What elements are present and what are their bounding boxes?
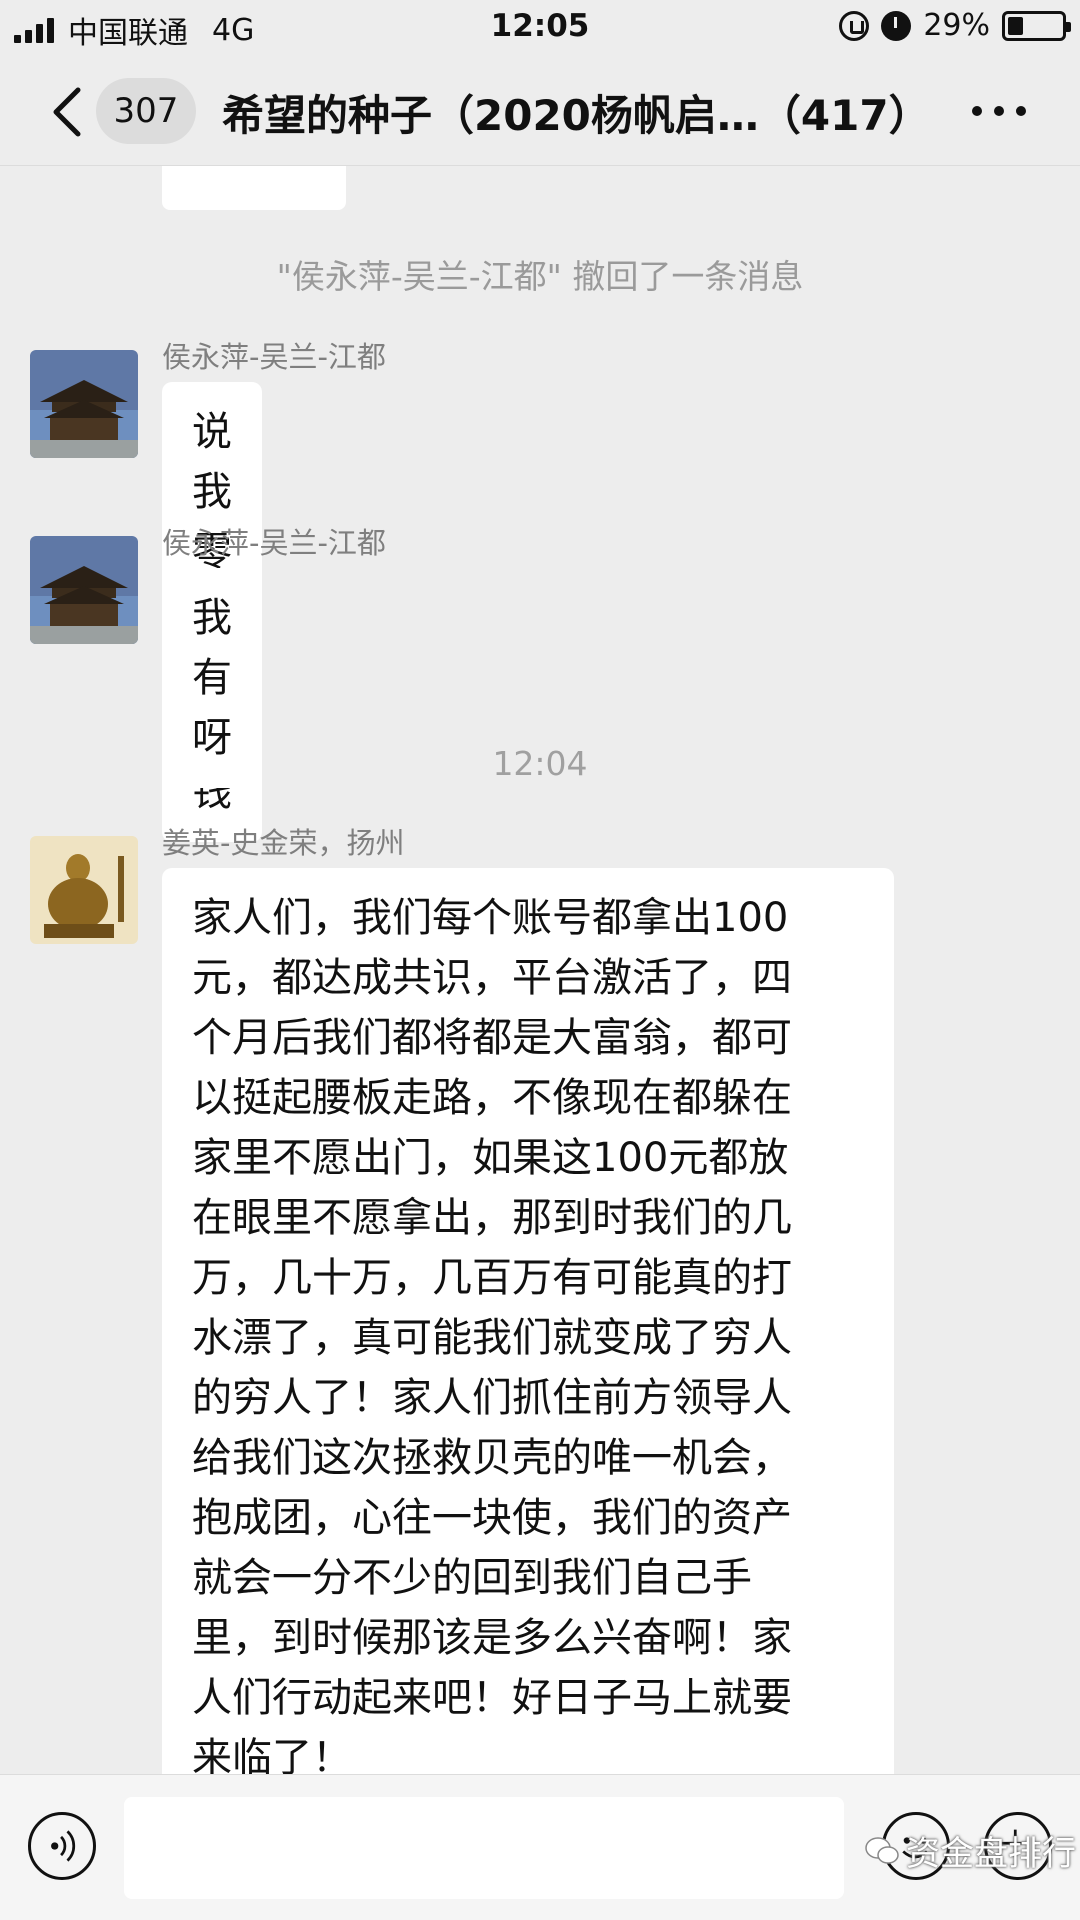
avatar-temple[interactable] bbox=[30, 536, 138, 644]
message-line: 抱成团，心往一块使，我们的资产 bbox=[192, 1495, 792, 1541]
message-line: 就会一分不少的回到我们自己手 bbox=[192, 1555, 752, 1601]
status-right: 29% bbox=[839, 8, 1071, 43]
voice-icon[interactable] bbox=[28, 1812, 96, 1880]
recall-notice: "侯永萍-吴兰-江都" 撤回了一条消息 bbox=[276, 257, 804, 296]
sender-name: 侯永萍-吴兰-江都 bbox=[162, 526, 386, 560]
battery-level-fill bbox=[1008, 16, 1024, 35]
message-line: 水漂了，真可能我们就变成了穷人 bbox=[192, 1315, 792, 1361]
wechat-icon bbox=[865, 1836, 899, 1864]
message-input[interactable] bbox=[124, 1797, 844, 1899]
watermark: 资金盘排行 bbox=[864, 1826, 1076, 1875]
message-line: 家人们，我们每个账号都拿出100 bbox=[192, 895, 789, 941]
message-line: 人们行动起来吧！好日子马上就要 bbox=[192, 1675, 792, 1721]
message-line: 来临了！ bbox=[192, 1735, 352, 1774]
sender-name: 侯永萍-吴兰-江都 bbox=[162, 340, 386, 374]
chat-title: 希望的种子（2020杨帆启…（417） bbox=[222, 91, 931, 140]
message-line: 给我们这次拯救贝壳的唯一机会， bbox=[192, 1435, 792, 1481]
message-bubble[interactable]: 家人们，我们每个账号都拿出100 元，都达成共识，平台激活了，四 个月后我们都将… bbox=[162, 868, 894, 1774]
alarm-icon bbox=[881, 10, 912, 41]
message-line: 的穷人了！家人们抓住前方领导人 bbox=[192, 1375, 792, 1421]
chat-area[interactable]: "侯永萍-吴兰-江都" 撤回了一条消息 侯永萍-吴兰-江都 说我零钱包没钱 侯永… bbox=[0, 166, 1080, 1774]
nav-bar: 307 希望的种子（2020杨帆启…（417） bbox=[0, 56, 1080, 166]
status-bar: 中国联通 4G 12:05 29% bbox=[0, 0, 1080, 56]
watermark-text: 资金盘排行 bbox=[906, 1834, 1076, 1874]
avatar-temple[interactable] bbox=[30, 350, 138, 458]
message-line: 个月后我们都将都是大富翁，都可 bbox=[192, 1015, 792, 1061]
avatar-buddha[interactable] bbox=[30, 836, 138, 944]
message-line: 里，到时候那该是多么兴奋啊！家 bbox=[192, 1615, 792, 1661]
message-line: 以挺起腰板走路，不像现在都躲在 bbox=[192, 1075, 792, 1121]
message-line: 家里不愿出门，如果这100元都放 bbox=[192, 1135, 789, 1181]
partial-message-bubble bbox=[162, 166, 346, 210]
more-icon[interactable] bbox=[972, 106, 1026, 116]
sender-name: 姜英-史金荣，扬州 bbox=[162, 826, 405, 860]
battery-icon bbox=[1002, 10, 1071, 41]
battery-percent: 29% bbox=[923, 8, 990, 43]
rotation-lock-icon bbox=[839, 10, 870, 41]
message-line: 元，都达成共识，平台激活了，四 bbox=[192, 955, 792, 1001]
unread-count-badge[interactable]: 307 bbox=[96, 78, 196, 144]
back-icon[interactable] bbox=[44, 84, 94, 140]
message-line: 万，几十万，几百万有可能真的打 bbox=[192, 1255, 792, 1301]
time-divider: 12:04 bbox=[492, 744, 588, 783]
message-line: 在眼里不愿拿出，那到时我们的几 bbox=[192, 1195, 792, 1241]
